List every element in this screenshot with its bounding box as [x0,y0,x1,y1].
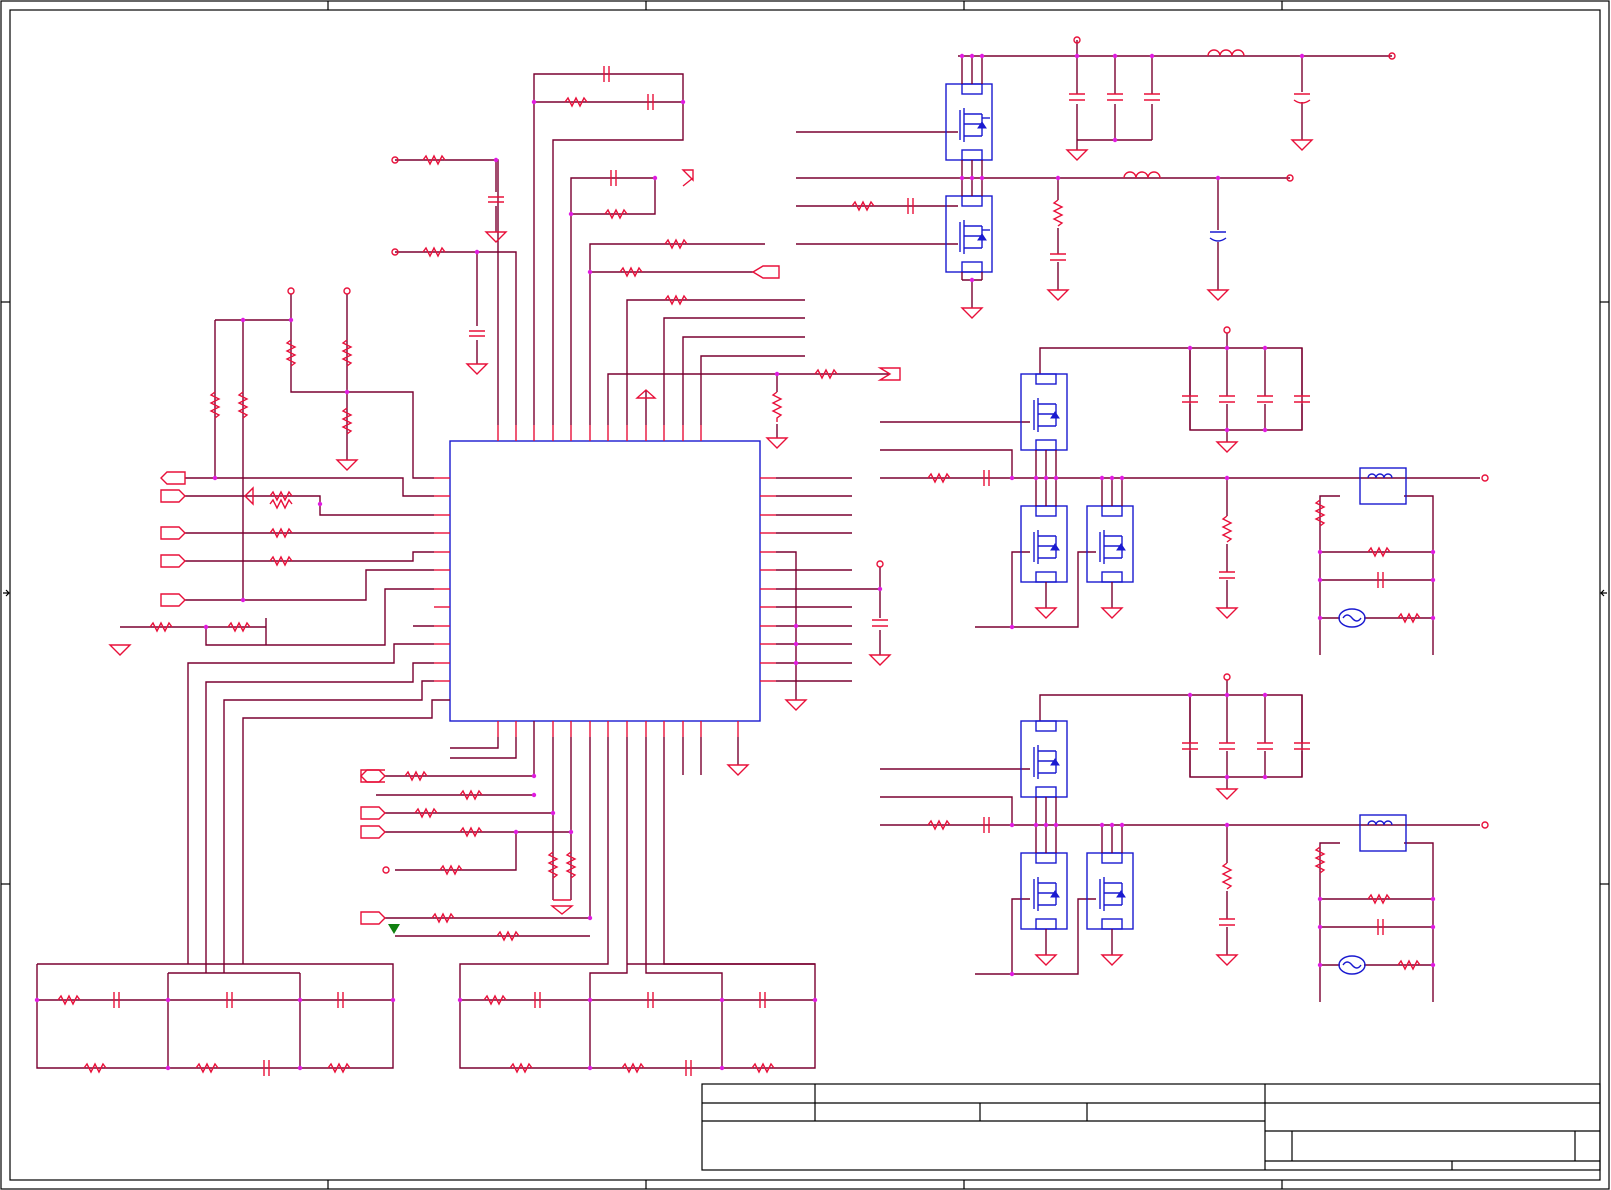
sheet-frame [0,0,1610,1190]
ic-right-network [776,477,892,711]
ic-bottom-network [360,721,818,1076]
bridge-channel-b [880,673,1489,1002]
bridge-channel-a [880,326,1489,655]
title-block [701,1083,1601,1171]
ic-top-network [391,66,901,449]
ic-top-pins [497,425,702,441]
marker-triangle [388,924,400,934]
main-ic [449,440,761,722]
ic-left-network [34,287,450,1076]
schematic-sheet [0,0,1610,1190]
ic-right-pins [760,477,776,682]
ic-left-pins [434,477,450,682]
top-power-stage [796,36,1396,319]
